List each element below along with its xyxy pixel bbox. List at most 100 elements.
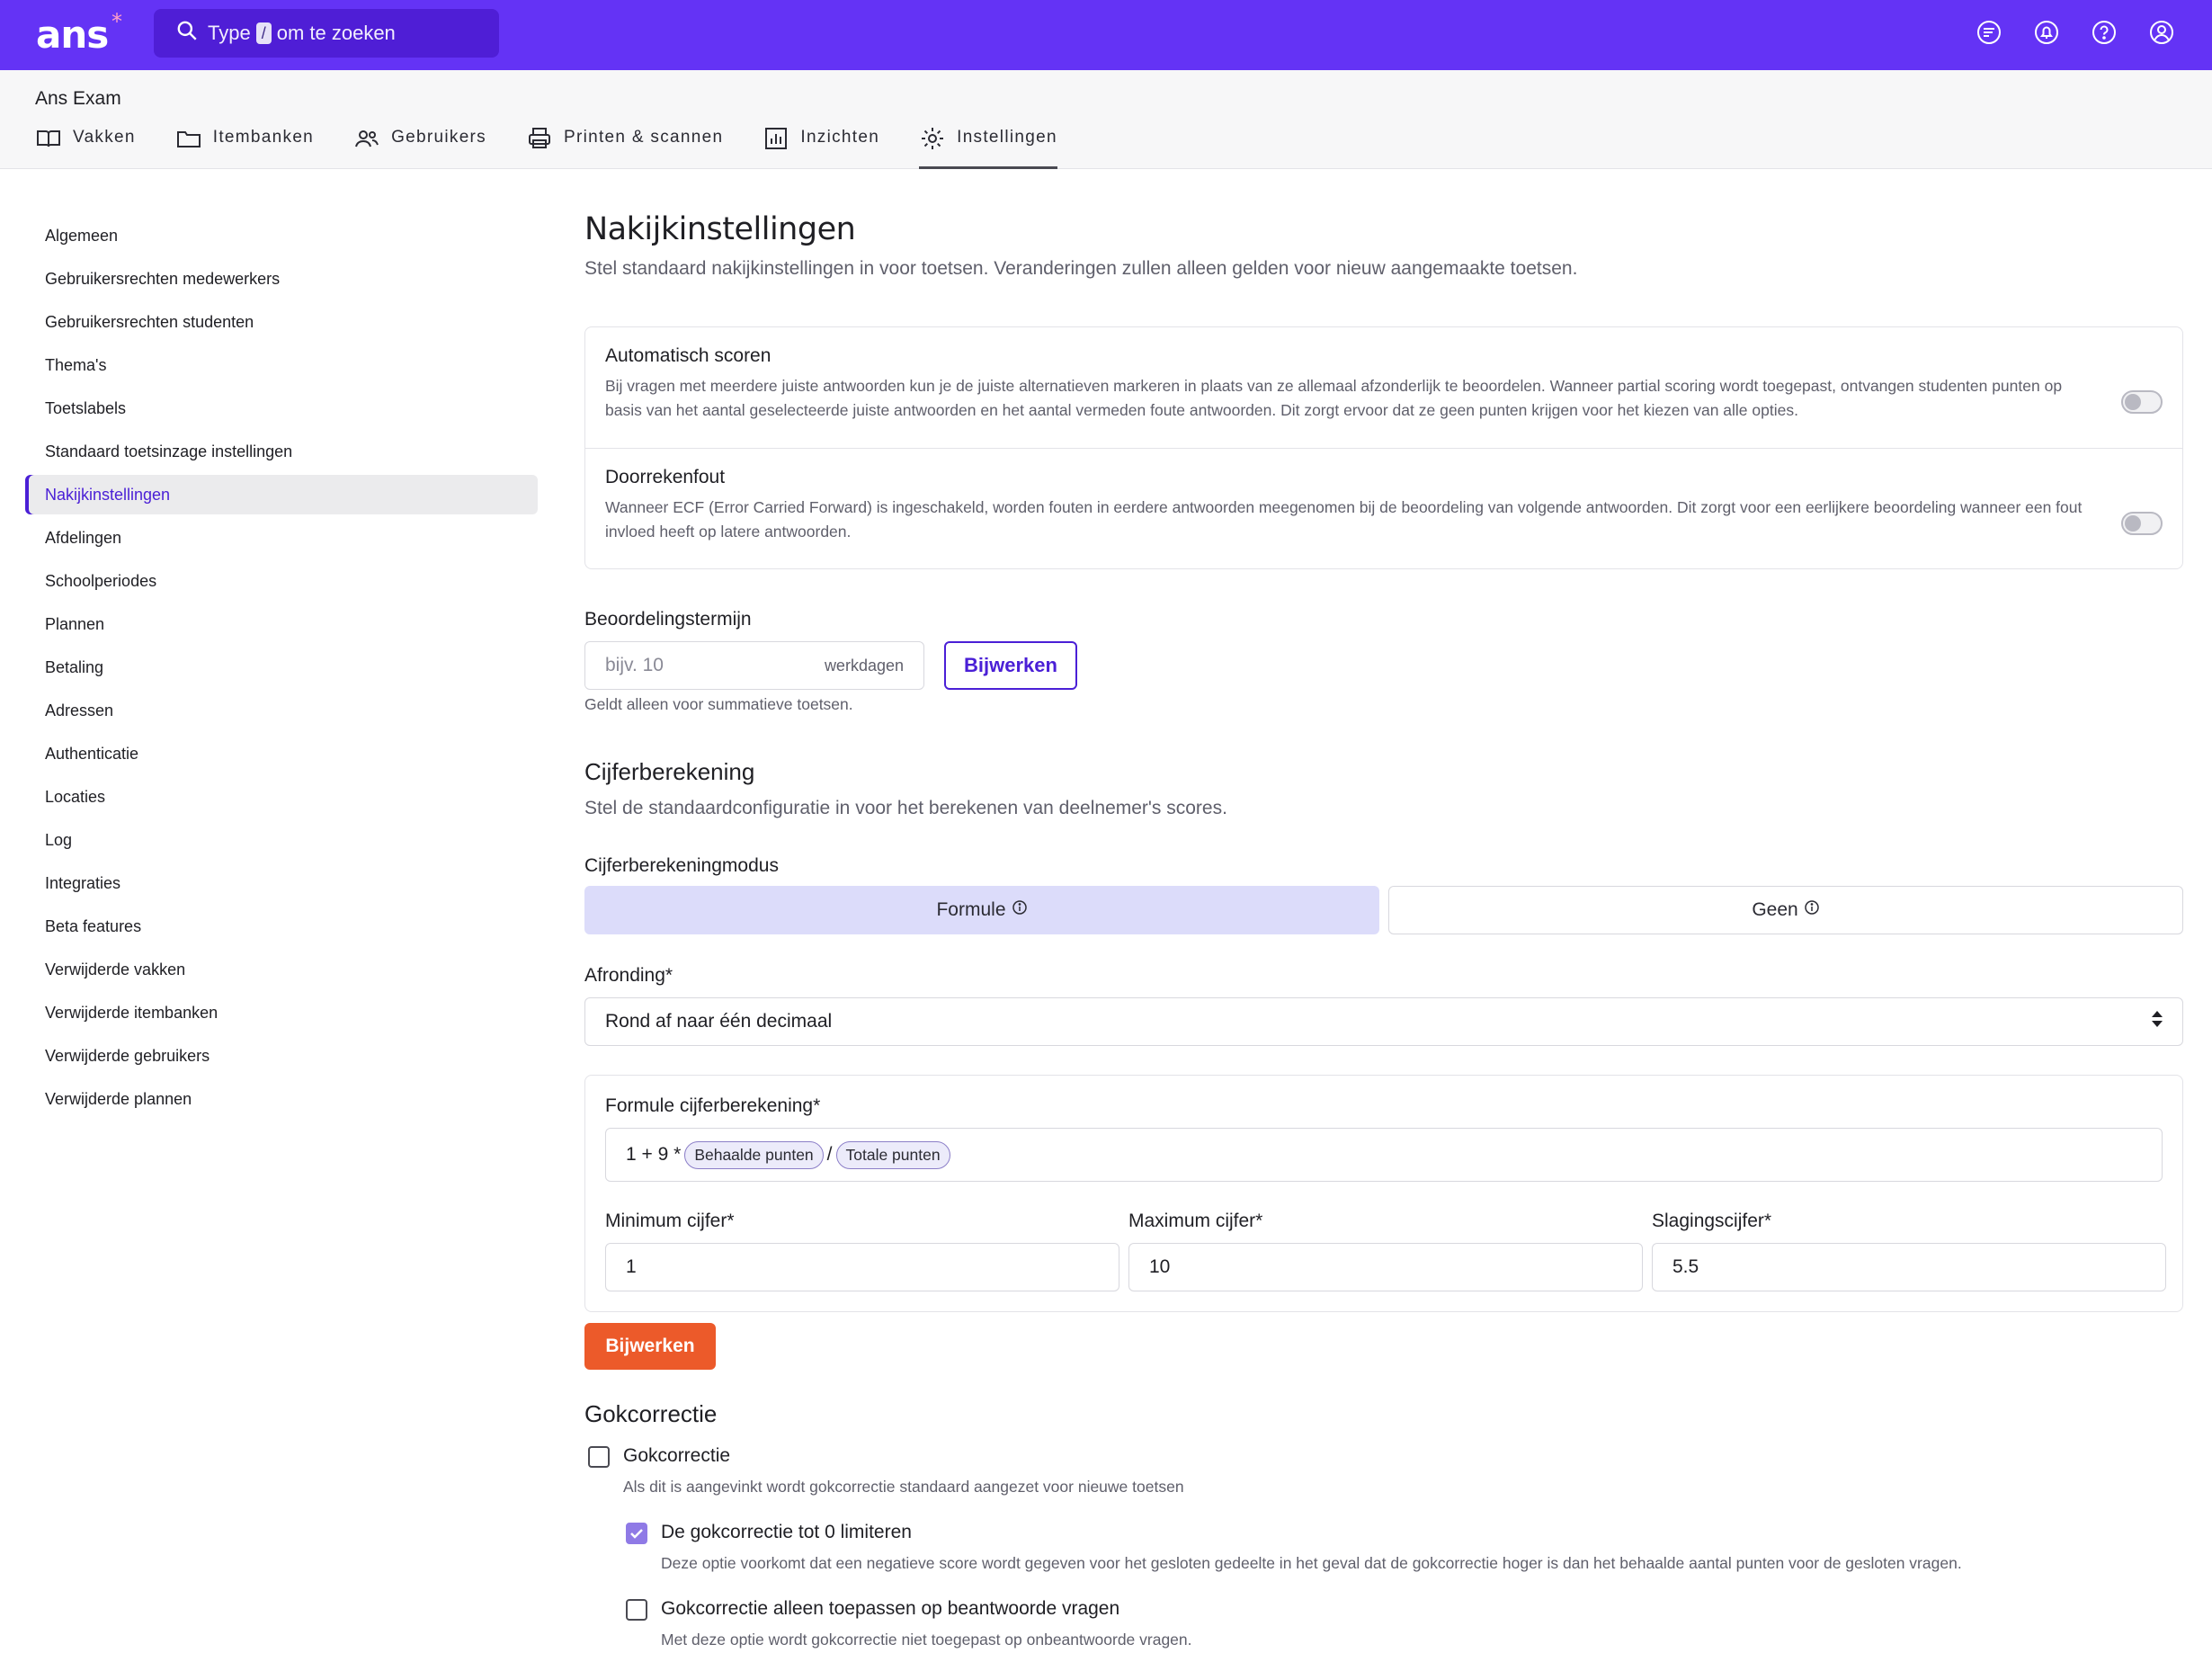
tab-printen-scannen[interactable]: Printen & scannen xyxy=(526,124,723,169)
sidebar-item-verwijderde-vakken[interactable]: Verwijderde vakken xyxy=(25,950,538,989)
top-bar: ans * Type / om te zoeken xyxy=(0,0,2212,70)
ecf-toggle[interactable] xyxy=(2121,512,2163,535)
tab-vakken[interactable]: Vakken xyxy=(35,124,136,169)
tab-label: Printen & scannen xyxy=(563,128,724,147)
max-grade-input[interactable]: 10 xyxy=(1128,1243,1643,1291)
sidebar-item-verwijderde-plannen[interactable]: Verwijderde plannen xyxy=(25,1079,538,1119)
formula-input[interactable]: 1 + 9 * Behaalde punten / Totale punten xyxy=(605,1128,2163,1182)
guess-correction-checkbox[interactable] xyxy=(588,1446,610,1468)
mode-formula-option[interactable]: Formule xyxy=(584,886,1379,934)
pass-grade-label: Slagingscijfer* xyxy=(1652,1211,1772,1231)
sidebar-item-toetslabels[interactable]: Toetslabels xyxy=(25,389,538,428)
answered-only-label: Gokcorrectie alleen toepassen op beantwo… xyxy=(661,1598,1120,1619)
page-subtitle: Stel standaard nakijkinstellingen in voo… xyxy=(584,258,1578,279)
sidebar-item-plannen[interactable]: Plannen xyxy=(25,604,538,644)
main-tabs: Vakken Itembanken Gebruikers Printen & s… xyxy=(35,124,1097,169)
pass-grade-value: 5.5 xyxy=(1672,1256,1699,1277)
grade-update-button[interactable]: Bijwerken xyxy=(584,1323,716,1370)
divider xyxy=(585,448,2182,449)
app-header: Ans Exam Vakken Itembanken Gebruikers Pr… xyxy=(0,70,2212,169)
formula-variable-chip[interactable]: Totale punten xyxy=(835,1140,950,1169)
min-grade-value: 1 xyxy=(626,1256,637,1277)
auto-score-toggle[interactable] xyxy=(2121,390,2163,414)
min-grade-label: Minimum cijfer* xyxy=(605,1211,735,1231)
sidebar-item-authenticatie[interactable]: Authenticatie xyxy=(25,734,538,773)
rounding-select[interactable]: Rond af naar één decimaal xyxy=(584,997,2183,1046)
mode-none-label: Geen xyxy=(1752,899,1798,920)
app-title: Ans Exam xyxy=(35,88,121,109)
limit-zero-hint: Deze optie voorkomt dat een negatieve sc… xyxy=(661,1554,1962,1572)
tab-label: Instellingen xyxy=(957,128,1057,147)
sidebar-item-gebruikersrechten-studenten[interactable]: Gebruikersrechten studenten xyxy=(25,302,538,342)
limit-zero-label: De gokcorrectie tot 0 limiteren xyxy=(661,1522,912,1542)
user-icon[interactable] xyxy=(2147,18,2176,47)
settings-sidebar: Algemeen Gebruikersrechten medewerkers G… xyxy=(25,216,538,1122)
search-icon xyxy=(175,19,208,48)
logo-mark: * xyxy=(111,9,122,34)
grade-mode-label: Cijferberekeningmodus xyxy=(584,855,779,876)
term-input[interactable]: bijv. 10 werkdagen xyxy=(584,641,924,690)
search-shortcut-key: / xyxy=(255,22,272,44)
sidebar-item-algemeen[interactable]: Algemeen xyxy=(25,216,538,255)
formula-card: Formule cijferberekening* 1 + 9 * Behaal… xyxy=(584,1075,2183,1312)
mode-none-option[interactable]: Geen xyxy=(1388,886,2183,934)
sidebar-item-gebruikersrechten-medewerkers[interactable]: Gebruikersrechten medewerkers xyxy=(25,259,538,299)
auto-score-description: Bij vragen met meerdere juiste antwoorde… xyxy=(605,377,2063,419)
tab-gebruikers[interactable]: Gebruikers xyxy=(353,124,486,169)
guess-section-title: Gokcorrectie xyxy=(584,1400,718,1427)
users-icon xyxy=(353,128,391,157)
sidebar-item-log[interactable]: Log xyxy=(25,820,538,860)
rounding-label: Afronding* xyxy=(584,965,673,986)
help-icon[interactable] xyxy=(2090,18,2118,47)
formula-separator: / xyxy=(826,1144,833,1165)
page-title: Nakijkinstellingen xyxy=(584,211,856,247)
limit-zero-checkbox[interactable] xyxy=(626,1523,647,1544)
sidebar-item-adressen[interactable]: Adressen xyxy=(25,691,538,730)
answered-only-hint: Met deze optie wordt gokcorrectie niet t… xyxy=(661,1631,1192,1649)
scoring-options-card: Automatisch scoren Bij vragen met meerde… xyxy=(584,326,2183,569)
sidebar-item-locaties[interactable]: Locaties xyxy=(25,777,538,817)
mode-formula-label: Formule xyxy=(936,899,1006,920)
min-grade-input[interactable]: 1 xyxy=(605,1243,1119,1291)
bell-icon[interactable] xyxy=(2032,18,2061,47)
ecf-row: Doorrekenfout Wanneer ECF (Error Carried… xyxy=(585,467,2182,544)
sidebar-item-toetsinzage[interactable]: Standaard toetsinzage instellingen xyxy=(25,432,538,471)
main-content: Nakijkinstellingen Stel standaard nakijk… xyxy=(584,211,2183,1649)
sidebar-item-beta-features[interactable]: Beta features xyxy=(25,907,538,946)
sidebar-item-integraties[interactable]: Integraties xyxy=(25,863,538,903)
formula-variable-chip[interactable]: Behaalde punten xyxy=(684,1140,824,1169)
search-placeholder-pre: Type xyxy=(208,22,251,44)
tab-label: Inzichten xyxy=(800,128,880,147)
logo-text: ans xyxy=(36,13,109,57)
term-hint: Geldt alleen voor summatieve toetsen. xyxy=(584,695,853,713)
guess-correction-hint: Als dit is aangevinkt wordt gokcorrectie… xyxy=(623,1478,1184,1496)
chat-icon[interactable] xyxy=(1975,18,2003,47)
sidebar-item-afdelingen[interactable]: Afdelingen xyxy=(25,518,538,558)
sidebar-item-verwijderde-gebruikers[interactable]: Verwijderde gebruikers xyxy=(25,1036,538,1076)
formula-label: Formule cijferberekening* xyxy=(605,1095,821,1116)
ans-logo[interactable]: ans * xyxy=(36,9,122,57)
tab-instellingen[interactable]: Instellingen xyxy=(919,124,1057,169)
ecf-description: Wanneer ECF (Error Carried Forward) is i… xyxy=(605,498,2083,541)
sidebar-item-betaling[interactable]: Betaling xyxy=(25,648,538,687)
grade-section-title: Cijferberekening xyxy=(584,758,755,785)
tab-itembanken[interactable]: Itembanken xyxy=(175,124,314,169)
book-icon xyxy=(35,128,73,157)
answered-only-checkbox[interactable] xyxy=(626,1599,647,1621)
term-update-button[interactable]: Bijwerken xyxy=(944,641,1077,690)
term-label: Beoordelingstermijn xyxy=(584,609,752,630)
max-grade-value: 10 xyxy=(1149,1256,1171,1277)
info-icon[interactable] xyxy=(1798,899,1820,921)
search-box[interactable]: Type / om te zoeken xyxy=(154,9,499,58)
rounding-value: Rond af naar één decimaal xyxy=(605,1011,833,1032)
sidebar-item-themas[interactable]: Thema's xyxy=(25,345,538,385)
chart-icon xyxy=(763,128,800,157)
sidebar-item-verwijderde-itembanken[interactable]: Verwijderde itembanken xyxy=(25,993,538,1032)
sidebar-item-nakijkinstellingen[interactable]: Nakijkinstellingen xyxy=(25,475,538,514)
search-placeholder-post: om te zoeken xyxy=(276,22,396,44)
term-placeholder: bijv. 10 xyxy=(605,655,664,675)
tab-inzichten[interactable]: Inzichten xyxy=(763,124,879,169)
info-icon[interactable] xyxy=(1006,899,1028,921)
sidebar-item-schoolperiodes[interactable]: Schoolperiodes xyxy=(25,561,538,601)
pass-grade-input[interactable]: 5.5 xyxy=(1652,1243,2166,1291)
